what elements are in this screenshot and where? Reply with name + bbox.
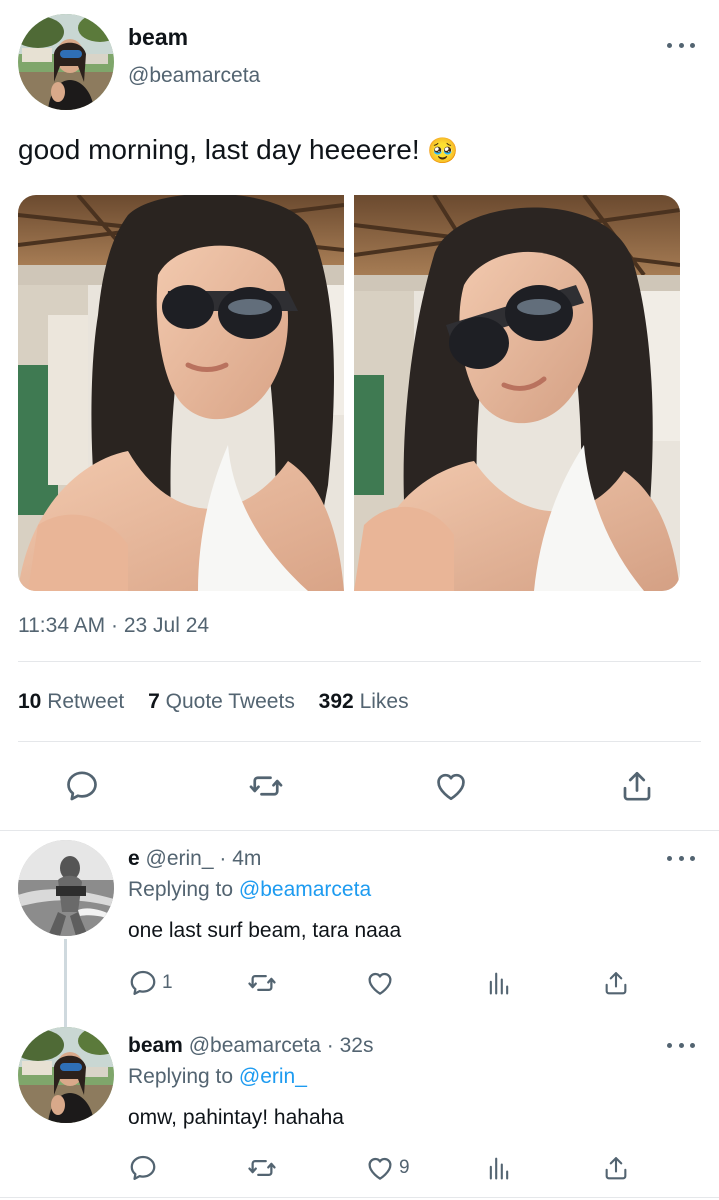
reply-text: one last surf beam, tara naaa <box>128 919 402 942</box>
tweet-text-row: good morning, last day heeeere! 🥹 <box>18 134 459 166</box>
author-handle[interactable]: @beamarceta <box>128 64 260 88</box>
analytics-icon[interactable] <box>485 1153 513 1183</box>
retweets-count: 10 <box>18 690 42 713</box>
replying-to-prefix: Replying to <box>128 1065 234 1088</box>
retweet-icon[interactable] <box>246 968 278 998</box>
replying-to-line: Replying to @beamarceta <box>128 878 371 902</box>
replying-to-link[interactable]: @beamarceta <box>239 878 371 901</box>
reply-author-handle[interactable]: @erin_ <box>146 847 214 870</box>
reply-tweet[interactable]: beam @beamarceta · 32s Replying to @erin… <box>0 1018 719 1200</box>
reply-author-handle[interactable]: @beamarceta <box>189 1034 321 1057</box>
thread-line <box>64 939 67 1027</box>
tweet-stats: 10 Retweet 7 Quote Tweets 392 Likes <box>18 690 409 714</box>
share-icon[interactable] <box>602 1153 630 1183</box>
divider-top <box>18 661 701 662</box>
replying-to-link[interactable]: @erin_ <box>239 1065 307 1088</box>
likes-count: 392 <box>318 690 354 713</box>
reply-avatar-photo <box>18 840 114 936</box>
reply-avatar[interactable] <box>18 1027 114 1123</box>
reply-author-name[interactable]: e <box>128 847 140 870</box>
reply-time[interactable]: · 32s <box>327 1034 374 1057</box>
more-icon[interactable] <box>667 40 695 50</box>
author-avatar[interactable] <box>18 14 114 110</box>
photo-1-image <box>18 195 344 591</box>
replying-to-prefix: Replying to <box>128 878 234 901</box>
quotes-stat[interactable]: 7 Quote Tweets <box>148 690 301 713</box>
reply-text: omw, pahintay! hahaha <box>128 1106 344 1129</box>
tweet-photo-2[interactable] <box>354 195 680 591</box>
retweets-label: Retweet <box>47 690 125 713</box>
retweet-icon[interactable] <box>247 768 285 804</box>
tweet-text: good morning, last day heeeere! <box>18 134 420 165</box>
quotes-label: Quote Tweets <box>165 690 295 713</box>
reply-time[interactable]: · 4m <box>219 847 261 870</box>
reply-avatar[interactable] <box>18 840 114 936</box>
avatar-photo <box>18 14 114 110</box>
like-count: 9 <box>399 1157 410 1178</box>
divider-end <box>0 1197 719 1198</box>
more-icon[interactable] <box>667 1040 695 1050</box>
reply-avatar-photo <box>18 1027 114 1123</box>
reply-icon[interactable] <box>128 1153 162 1183</box>
divider-bottom <box>18 741 701 742</box>
likes-label: Likes <box>359 690 409 713</box>
likes-stat[interactable]: 392 Likes <box>319 690 409 713</box>
retweets-stat[interactable]: 10 Retweet <box>18 690 130 713</box>
replying-to-line: Replying to @erin_ <box>128 1065 307 1089</box>
reply-author-name[interactable]: beam <box>128 1034 183 1057</box>
tweet-photo-1[interactable] <box>18 195 344 591</box>
retweet-icon[interactable] <box>246 1153 278 1183</box>
more-icon[interactable] <box>667 853 695 863</box>
tweet-emoji: 🥹 <box>427 137 459 165</box>
tweet-timestamp[interactable]: 11:34 AM · 23 Jul 24 <box>18 614 209 638</box>
analytics-icon[interactable] <box>485 968 513 998</box>
like-icon[interactable]: 9 <box>365 1153 410 1183</box>
reply-header: e @erin_ · 4m <box>128 847 261 871</box>
like-icon[interactable] <box>365 968 399 998</box>
reply-tweet[interactable]: e @erin_ · 4m Replying to @beamarceta on… <box>0 831 719 1027</box>
reply-count: 1 <box>162 972 173 993</box>
share-icon[interactable] <box>619 768 655 804</box>
reply-header: beam @beamarceta · 32s <box>128 1034 373 1058</box>
photo-2-image <box>354 195 680 591</box>
main-tweet: beam @beamarceta good morning, last day … <box>0 0 719 830</box>
share-icon[interactable] <box>602 968 630 998</box>
reply-icon[interactable]: 1 <box>128 968 173 998</box>
author-name[interactable]: beam <box>128 24 188 51</box>
reply-icon[interactable] <box>64 768 100 804</box>
quotes-count: 7 <box>148 690 160 713</box>
like-icon[interactable] <box>433 768 469 804</box>
